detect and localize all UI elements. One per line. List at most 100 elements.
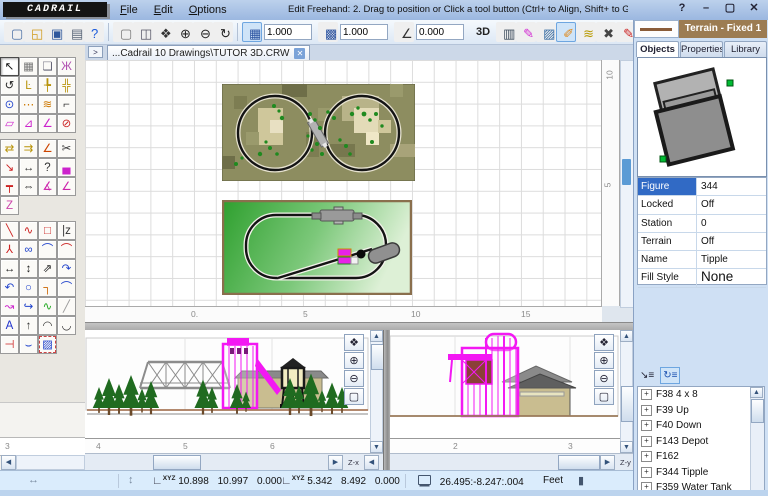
help-button[interactable]: ? — [672, 1, 692, 16]
connect-end-tool[interactable]: Ŀ — [19, 76, 38, 95]
curve-right-tool[interactable]: ↷ — [57, 259, 76, 278]
tie-spacing-tool[interactable]: ↔ — [19, 158, 38, 177]
view-horizontal-scrollbar[interactable]: ▶ Z-y — [390, 453, 633, 471]
select-figure-icon[interactable]: ↘≡ — [637, 367, 657, 384]
car-tool[interactable]: ▄ — [57, 158, 76, 177]
hscroll-track[interactable] — [16, 455, 85, 470]
units-toggle-icon[interactable]: ▮ — [578, 474, 584, 487]
expander-icon[interactable]: + — [641, 420, 652, 431]
scroll-thumb[interactable] — [751, 399, 764, 423]
tee-track-tool[interactable]: ┯ — [0, 177, 19, 196]
move-view-icon[interactable]: ❖ — [153, 22, 173, 42]
empty-slot[interactable] — [38, 196, 57, 215]
insert-image-icon[interactable]: ▨ — [536, 22, 556, 42]
zoom-out-icon[interactable]: ⊖ — [193, 22, 213, 42]
expander-icon[interactable]: + — [641, 389, 652, 400]
sync-tree-icon[interactable]: ↻≡ — [660, 367, 680, 384]
easement-tool[interactable]: ↪ — [19, 297, 38, 316]
empty-slot[interactable] — [57, 335, 76, 354]
edit-freehand-icon[interactable]: ✐ — [556, 22, 576, 42]
tree-item[interactable]: + F143 Depot — [638, 434, 764, 450]
butterfly-tool[interactable]: Ж — [57, 57, 76, 76]
curve-tool[interactable]: ⌒ — [38, 240, 57, 259]
freehand-draw-icon[interactable]: ✎ — [516, 22, 536, 42]
lay-track-icon[interactable]: ≋ — [576, 22, 596, 42]
open-drawing-icon[interactable]: ◱ — [24, 22, 44, 42]
copy-tool[interactable]: ❏ — [38, 57, 57, 76]
zoom-window-icon[interactable]: ▢ — [344, 388, 364, 405]
grid-size-icon[interactable]: ▦ — [242, 22, 262, 42]
figure-image-tool[interactable]: ▨ — [38, 335, 57, 354]
hscroll-left-arrow[interactable]: ◀ — [1, 455, 16, 470]
measure-horizontal-icon[interactable]: ↔ — [28, 474, 39, 486]
new-drawing-icon[interactable]: ▢ — [4, 22, 24, 42]
zoom-in-icon[interactable]: ⊕ — [594, 352, 614, 369]
help-icon[interactable]: ? — [84, 22, 104, 42]
property-row[interactable]: Locked Off — [638, 196, 766, 214]
shift-track-tool[interactable]: ⇄ — [0, 139, 19, 158]
oval-layout-figure[interactable] — [222, 200, 412, 295]
rotate-point-tool[interactable]: ⊙ — [0, 95, 19, 114]
grade-up-tool[interactable]: ⊿ — [19, 114, 38, 133]
tree-scrollbar[interactable]: ▲ ▼ — [750, 387, 764, 496]
slider-tool[interactable]: ⊣ — [0, 335, 19, 354]
scroll-thumb[interactable] — [622, 159, 631, 185]
circles-tool[interactable]: ∞ — [19, 240, 38, 259]
tree-item[interactable]: + F38 4 x 8 — [638, 387, 764, 403]
edit[interactable]: Edit — [154, 4, 173, 16]
curve-handles-tool[interactable]: ⌒ — [57, 278, 76, 297]
snap-size-icon[interactable]: ▩ — [318, 22, 338, 42]
join-tracks-2-tool[interactable]: ≋ — [38, 95, 57, 114]
line-style-swatch[interactable] — [634, 20, 679, 38]
snap-size-field[interactable] — [340, 24, 388, 40]
file[interactable]: File — [120, 4, 138, 16]
vscroll-down-arrow[interactable]: ▼ — [620, 441, 633, 453]
empty-slot[interactable] — [19, 196, 38, 215]
end-track-tool[interactable]: ↘ — [0, 158, 19, 177]
connect-track-icon[interactable]: ✖ — [596, 22, 616, 42]
tree-item[interactable]: + F162 — [638, 449, 764, 465]
reference-line-tool[interactable]: ╱ — [57, 297, 76, 316]
save-drawing-icon[interactable]: ▣ — [44, 22, 64, 42]
hscroll-right-arrow[interactable]: ▶ — [600, 455, 615, 470]
view-vertical-scrollbar[interactable]: ▲ ▼ — [620, 330, 633, 453]
document-tab[interactable]: ...Cadrail 10 Drawings\TUTOR 3D.CRW ✕ — [107, 45, 310, 60]
object-preview[interactable] — [637, 57, 767, 177]
maximize-button[interactable]: ▢ — [720, 1, 740, 16]
angle-icon[interactable]: ∠ — [394, 22, 414, 42]
align-rail-tool[interactable]: ╬ — [57, 76, 76, 95]
hscroll-right-arrow[interactable]: ▶ — [328, 455, 343, 470]
property-row[interactable]: Figure 344 — [638, 178, 766, 196]
property-row[interactable]: Fill Style None — [638, 269, 766, 287]
property-row[interactable]: Terrain Off — [638, 233, 766, 251]
select-rect-icon[interactable]: ▢ — [113, 22, 133, 42]
hscroll-left-arrow[interactable]: ◀ — [364, 455, 379, 470]
dimension-tool[interactable]: |z — [57, 221, 76, 240]
polyline-tool[interactable]: ∿ — [19, 221, 38, 240]
vscroll-up-arrow[interactable]: ▲ — [750, 387, 763, 398]
grade-down-tool[interactable]: ∠ — [38, 114, 57, 133]
step-corner-tool[interactable]: ⌐ — [57, 95, 76, 114]
properties[interactable]: Properties — [680, 41, 723, 57]
rectangle-tool[interactable]: □ — [38, 221, 57, 240]
width-tool[interactable]: ↔ — [0, 259, 19, 278]
expander-icon[interactable]: + — [641, 405, 652, 416]
cut-tool[interactable]: ✂ — [57, 139, 76, 158]
expander-icon[interactable]: + — [641, 467, 652, 478]
tree-item[interactable]: + F344 Tipple — [638, 465, 764, 481]
disable-tool[interactable]: ⊘ — [57, 114, 76, 133]
expander-icon[interactable]: + — [641, 436, 652, 447]
zoom-window-icon[interactable]: ▢ — [594, 388, 614, 405]
rotate-tool[interactable]: ↺ — [0, 76, 19, 95]
scroll-thumb[interactable] — [558, 455, 600, 470]
zoom-out-icon[interactable]: ⊖ — [344, 370, 364, 387]
measure-track-tool[interactable]: ⇔ — [19, 177, 38, 196]
units-label[interactable]: Feet — [543, 475, 563, 486]
wye-tool[interactable]: ⅄ — [0, 240, 19, 259]
view-horizontal-scrollbar[interactable]: ▶ Z-x ◀ — [85, 453, 383, 471]
redraw-icon[interactable]: ↻ — [213, 22, 233, 42]
vscroll-up-arrow[interactable]: ▲ — [620, 330, 633, 342]
line-tool[interactable]: ╲ — [0, 221, 19, 240]
empty-slot[interactable] — [57, 196, 76, 215]
join-tracks-tool[interactable]: ⋯ — [19, 95, 38, 114]
